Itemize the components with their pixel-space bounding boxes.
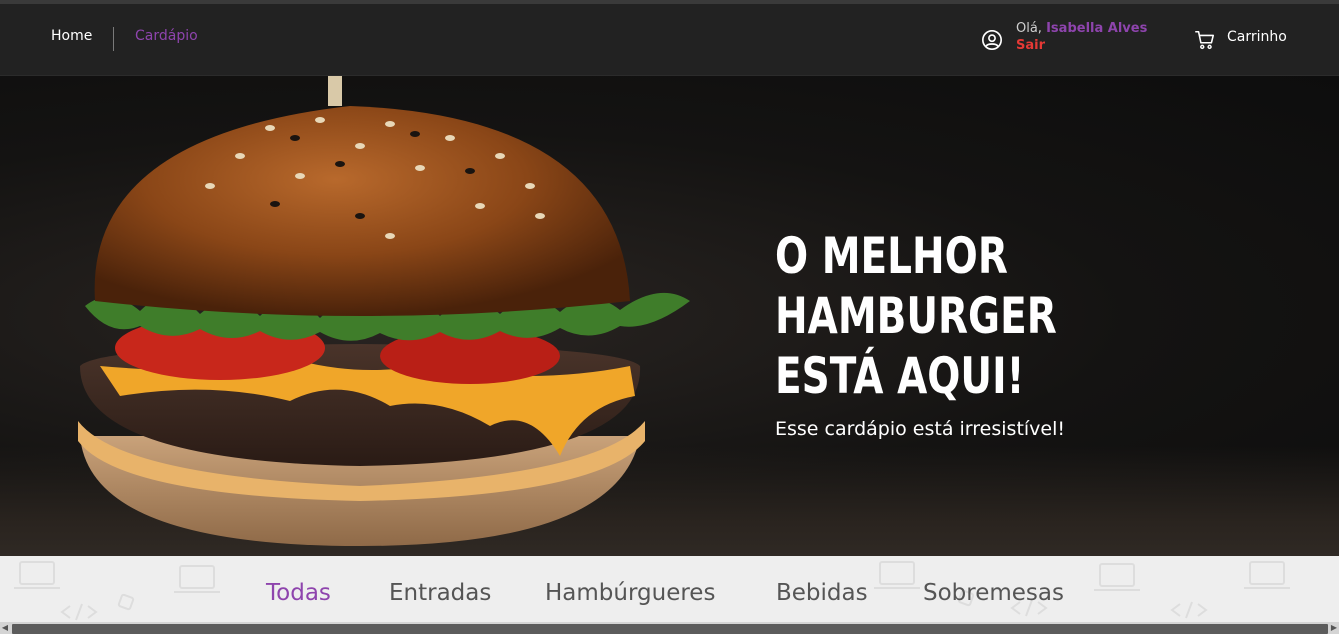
- hero-title-line: O MELHOR: [775, 227, 1008, 285]
- user-greeting: Olá, Isabella Alves: [1016, 21, 1147, 37]
- scroll-left-arrow-icon[interactable]: ◀: [0, 622, 10, 634]
- hero-subtitle: Esse cardápio está irresistível!: [775, 418, 1066, 440]
- nav-home-link[interactable]: Home: [51, 28, 92, 44]
- category-tab-drinks[interactable]: Bebidas: [776, 580, 868, 606]
- site-header: Home Cardápio Olá, Isabella Alves Sair C…: [0, 4, 1339, 76]
- logout-link[interactable]: Sair: [1016, 38, 1045, 53]
- category-tab-desserts[interactable]: Sobremesas: [923, 580, 1064, 606]
- category-tab-starters[interactable]: Entradas: [389, 580, 491, 606]
- scroll-right-arrow-icon[interactable]: ▶: [1329, 622, 1339, 634]
- category-tab-all[interactable]: Todas: [266, 580, 331, 606]
- greeting-text: Olá,: [1016, 21, 1042, 36]
- nav-menu-link[interactable]: Cardápio: [135, 28, 198, 44]
- nav-divider: [113, 27, 114, 51]
- category-tab-burgers[interactable]: Hambúrgueres: [545, 580, 715, 606]
- cart-link[interactable]: Carrinho: [1227, 29, 1287, 45]
- user-name: Isabella Alves: [1046, 21, 1148, 36]
- hero-title: O MELHOR HAMBURGER ESTÁ AQUI!: [775, 226, 1057, 406]
- cart-icon[interactable]: [1194, 29, 1216, 51]
- hero-title-line: ESTÁ AQUI!: [775, 347, 1025, 405]
- category-bar: Todas Entradas Hambúrgueres Bebidas Sobr…: [0, 556, 1339, 622]
- user-circle-icon[interactable]: [981, 29, 1003, 51]
- scrollbar-thumb[interactable]: [12, 624, 1328, 634]
- hero-title-line: HAMBURGER: [775, 287, 1057, 345]
- burger-image: [78, 76, 690, 546]
- hero-banner: O MELHOR HAMBURGER ESTÁ AQUI! Esse cardá…: [0, 76, 1339, 556]
- horizontal-scrollbar[interactable]: ◀ ▶: [0, 622, 1339, 634]
